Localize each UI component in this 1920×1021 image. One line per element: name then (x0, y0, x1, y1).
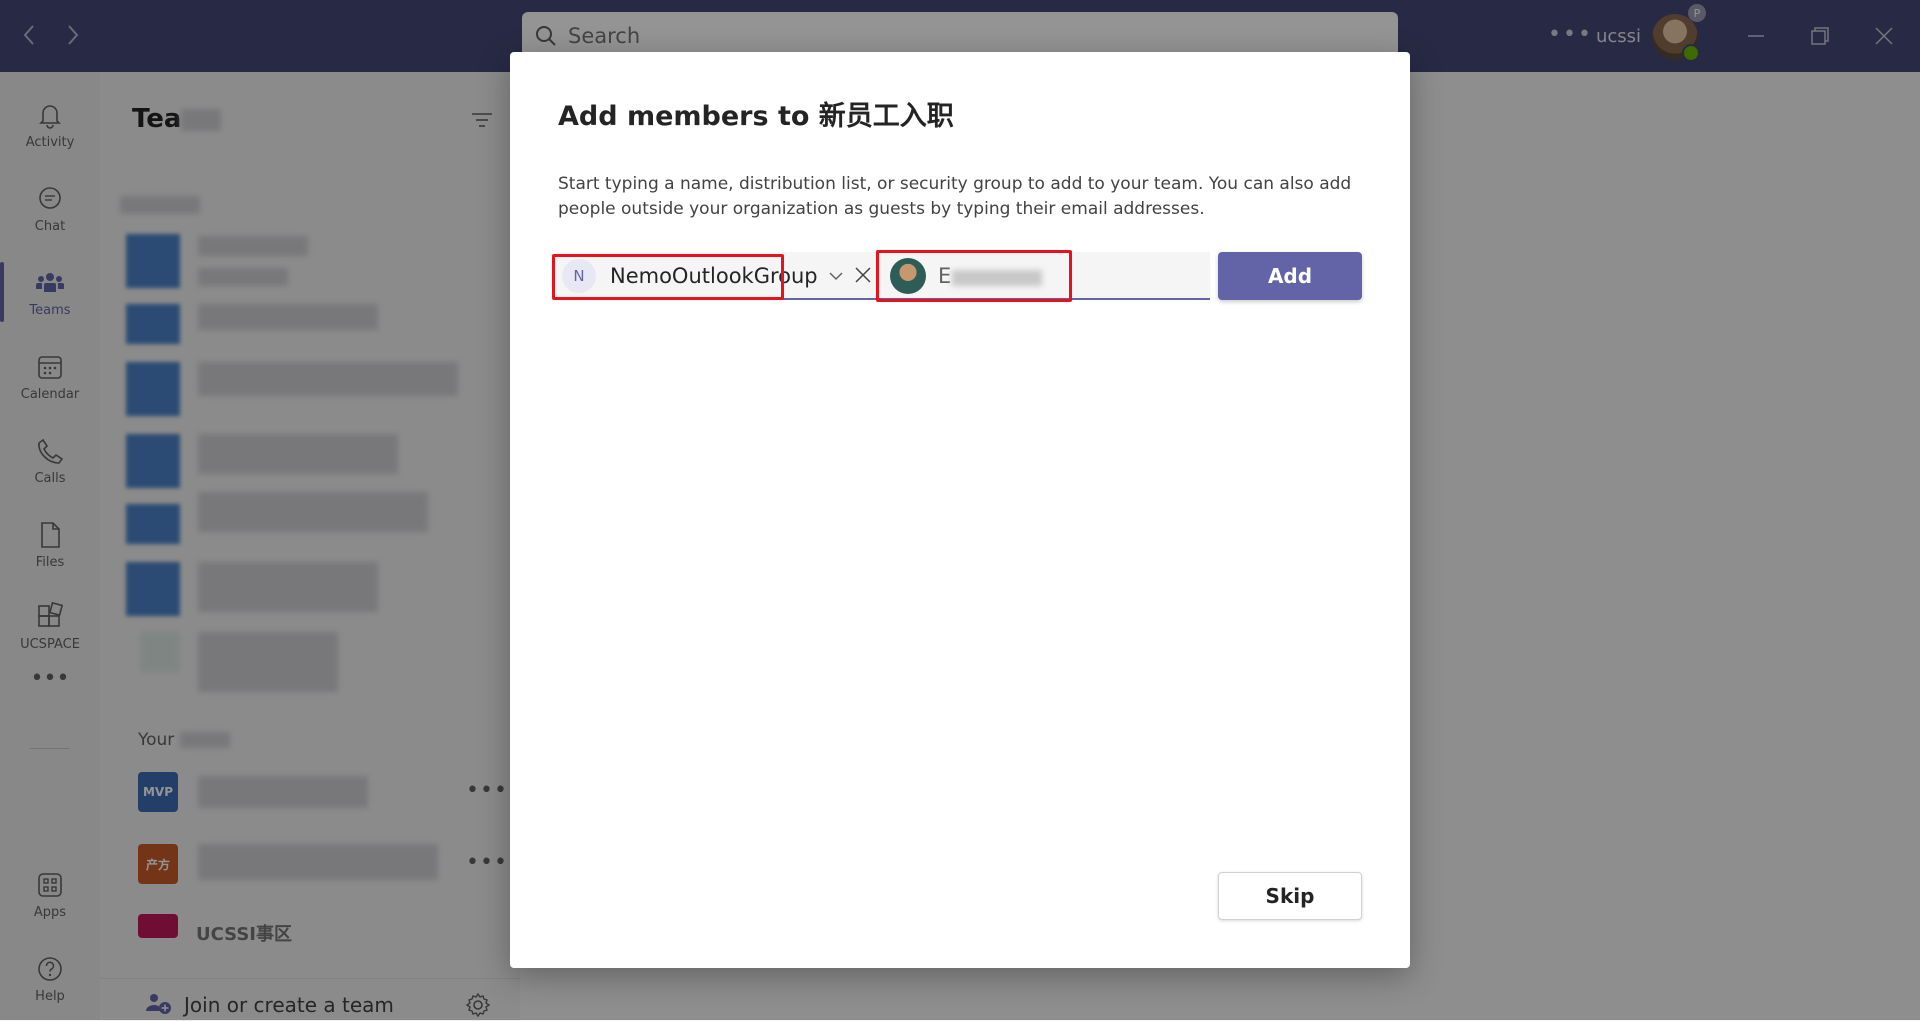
dialog-description: Start typing a name, distribution list, … (558, 174, 1352, 219)
skip-button[interactable]: Skip (1218, 872, 1362, 920)
red-highlight-box (552, 254, 784, 300)
red-highlight-box (876, 250, 1072, 302)
chevron-down-icon[interactable] (828, 268, 844, 284)
add-button[interactable]: Add (1218, 252, 1362, 300)
dialog-title: Add members to 新员工入职 (558, 101, 954, 132)
add-members-dialog: Add members to 新员工入职 Start typing a name… (510, 52, 1410, 968)
remove-chip-close-icon[interactable] (852, 264, 874, 286)
